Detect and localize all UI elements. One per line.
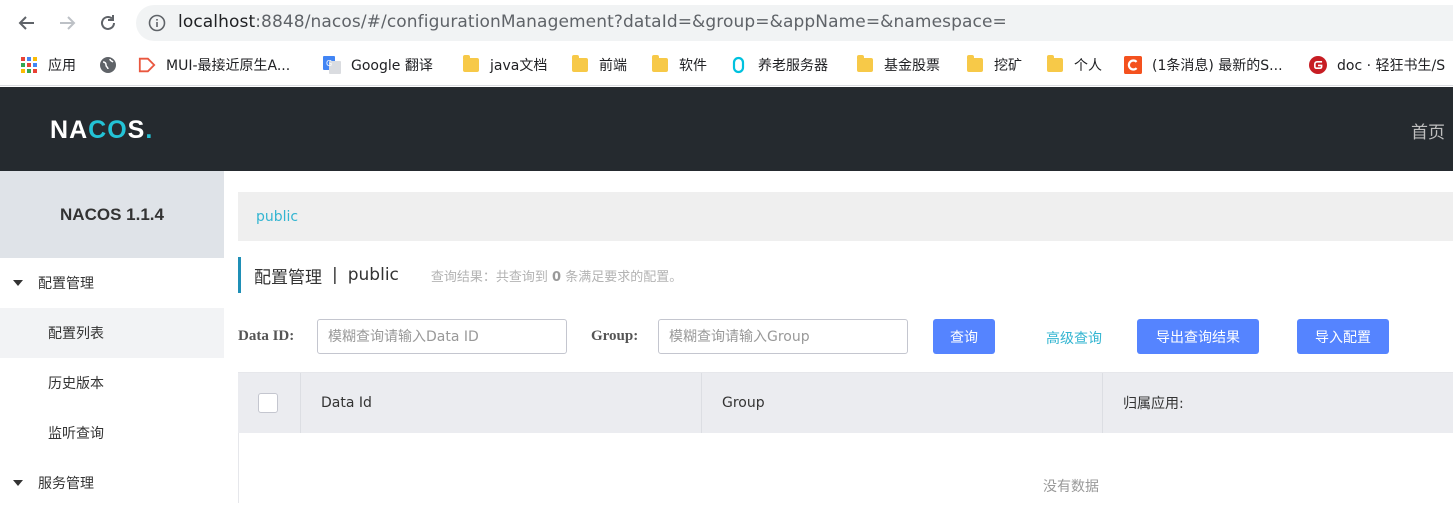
info-icon[interactable] xyxy=(148,14,166,32)
column-header-app[interactable]: 归属应用: xyxy=(1103,373,1453,433)
bookmark-label: 基金股票 xyxy=(884,58,940,74)
url-host: localhost xyxy=(178,12,256,32)
folder-icon xyxy=(856,55,874,74)
back-arrow-icon xyxy=(18,16,34,30)
bookmark-folder-frontend[interactable]: 前端 xyxy=(571,46,627,84)
sidebar: NACOS 1.1.4 配置管理 配置列表 历史版本 监听查询 服务管理 xyxy=(0,171,224,502)
sidebar-title: NACOS 1.1.4 xyxy=(0,171,224,258)
sidebar-group-label: 配置管理 xyxy=(38,276,94,292)
data-id-input[interactable] xyxy=(317,319,567,354)
aliyun-icon xyxy=(730,56,748,74)
page-title: 配置管理 | public 查询结果：共查询到 0 条满足要求的配置。 xyxy=(238,257,682,293)
bookmark-mui[interactable]: MUI-最接近原生A... xyxy=(138,46,290,84)
forward-arrow-icon xyxy=(60,16,76,30)
forward-button[interactable] xyxy=(55,11,79,35)
table-header: Data Id Group 归属应用: xyxy=(238,373,1453,433)
globe-icon xyxy=(99,56,117,74)
reload-icon xyxy=(101,15,115,30)
nacos-logo[interactable]: NACOS. xyxy=(50,114,175,144)
nav-home-link[interactable]: 首页 xyxy=(1411,118,1445,143)
sidebar-item-config-list[interactable]: 配置列表 xyxy=(0,308,224,358)
select-all-cell xyxy=(238,373,301,433)
sidebar-group-config-management[interactable]: 配置管理 xyxy=(0,258,224,308)
gitee-icon xyxy=(1309,56,1327,74)
result-prefix: 查询结果：共查询到 xyxy=(430,269,548,285)
table-empty-state: 没有数据 xyxy=(238,433,1453,503)
bookmark-label: 个人 xyxy=(1074,58,1102,74)
config-table: Data Id Group 归属应用: 没有数据 xyxy=(238,372,1453,503)
sidebar-group-service-management[interactable]: 服务管理 xyxy=(0,458,224,508)
bookmark-apps[interactable]: 应用 xyxy=(20,46,76,84)
search-button[interactable]: 查询 xyxy=(933,319,995,354)
caret-down-icon xyxy=(13,280,23,286)
bookmarks-bar: 应用 MUI-最接近原生A... G Google 翻译 java文档 前端 软… xyxy=(0,46,1453,86)
bookmark-folder-software[interactable]: 软件 xyxy=(651,46,707,84)
bookmark-csdn[interactable]: (1条消息) 最新的S... xyxy=(1124,46,1283,84)
page-title-separator: | xyxy=(332,265,338,285)
namespace-public-link[interactable]: public xyxy=(256,209,298,225)
folder-icon xyxy=(651,55,669,74)
bookmark-label: Google 翻译 xyxy=(351,58,433,74)
bookmark-label: doc · 轻狂书生/S xyxy=(1337,58,1446,74)
app-header: NACOS. 首页 xyxy=(0,87,1453,171)
address-bar[interactable]: localhost:8848/nacos/#/configurationMana… xyxy=(136,5,1453,41)
column-header-group[interactable]: Group xyxy=(702,373,1103,433)
main-content: public 配置管理 | public 查询结果：共查询到 0 条满足要求的配… xyxy=(224,171,1453,503)
advanced-search-link[interactable]: 高级查询 xyxy=(1046,328,1102,348)
svg-text:G: G xyxy=(326,59,332,68)
sidebar-item-listener-query[interactable]: 监听查询 xyxy=(0,408,224,458)
import-config-button[interactable]: 导入配置 xyxy=(1297,319,1389,354)
folder-icon xyxy=(1046,55,1064,74)
namespace-bar: public xyxy=(238,192,1453,241)
url-text[interactable]: localhost:8848/nacos/#/configurationMana… xyxy=(178,12,1007,32)
sidebar-group-label: 服务管理 xyxy=(38,476,94,492)
bookmark-label: 挖矿 xyxy=(994,58,1022,74)
group-input[interactable] xyxy=(658,319,908,354)
result-suffix: 条满足要求的配置。 xyxy=(565,269,683,285)
browser-toolbar: localhost:8848/nacos/#/configurationMana… xyxy=(0,0,1453,46)
bookmark-folder-personal[interactable]: 个人 xyxy=(1046,46,1102,84)
select-all-checkbox[interactable] xyxy=(258,393,278,413)
reload-button[interactable] xyxy=(96,11,120,35)
query-result-summary: 查询结果：共查询到 0 条满足要求的配置。 xyxy=(431,266,682,285)
page-title-text: 配置管理 xyxy=(254,267,322,288)
bookmark-label: (1条消息) 最新的S... xyxy=(1152,58,1283,74)
bookmark-gitee[interactable]: doc · 轻狂书生/S xyxy=(1309,46,1445,84)
apps-grid-icon xyxy=(20,56,38,74)
bookmark-label: 养老服务器 xyxy=(758,58,828,74)
bookmark-folder-java[interactable]: java文档 xyxy=(462,46,547,84)
bookmark-label: java文档 xyxy=(490,58,548,74)
folder-icon xyxy=(966,55,984,74)
bookmark-folder-funds[interactable]: 基金股票 xyxy=(856,46,940,84)
export-results-button[interactable]: 导出查询结果 xyxy=(1137,319,1259,354)
csdn-icon xyxy=(1124,56,1142,74)
bookmark-label: 软件 xyxy=(679,58,707,74)
bookmark-label: 应用 xyxy=(48,58,76,74)
result-count: 0 xyxy=(552,269,562,285)
caret-down-icon xyxy=(13,480,23,486)
bookmark-label: 前端 xyxy=(599,58,627,74)
logo-text: NACOS. xyxy=(50,116,153,144)
bookmark-aliyun[interactable]: 养老服务器 xyxy=(730,46,828,84)
page-title-namespace: public xyxy=(347,265,399,285)
empty-text: 没有数据 xyxy=(1043,479,1099,495)
folder-icon xyxy=(462,55,480,74)
folder-icon xyxy=(571,55,589,74)
back-button[interactable] xyxy=(15,11,39,35)
url-path: :8848/nacos/#/configurationManagement?da… xyxy=(255,12,1007,32)
bookmark-globe[interactable] xyxy=(99,46,127,84)
bookmark-google-translate[interactable]: G Google 翻译 xyxy=(323,46,433,84)
column-header-data-id[interactable]: Data Id xyxy=(301,373,702,433)
mui-icon xyxy=(138,56,156,74)
data-id-label: Data ID: xyxy=(238,328,295,344)
google-translate-icon: G xyxy=(323,56,341,74)
bookmark-label: MUI-最接近原生A... xyxy=(166,58,291,74)
group-label: Group: xyxy=(591,328,639,344)
sidebar-item-history[interactable]: 历史版本 xyxy=(0,358,224,408)
bookmark-folder-mining[interactable]: 挖矿 xyxy=(966,46,1022,84)
